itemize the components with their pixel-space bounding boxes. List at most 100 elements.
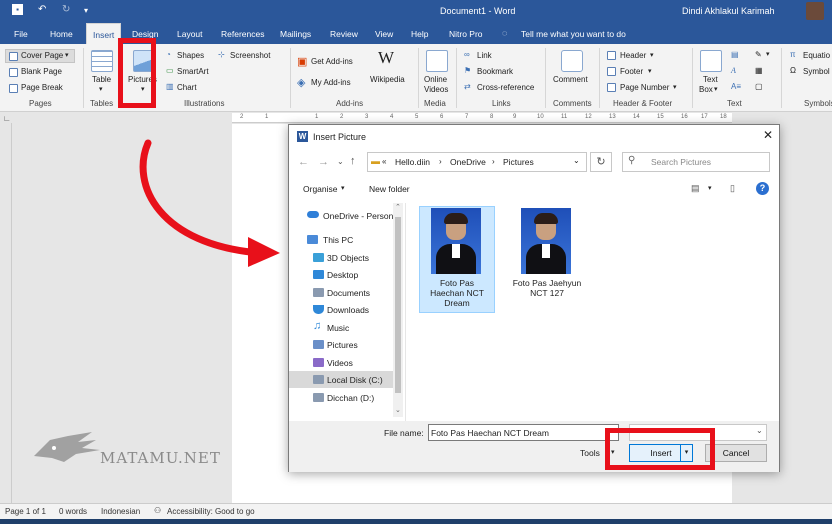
cross-reference-button[interactable]: Cross-reference bbox=[477, 83, 534, 92]
link-button[interactable]: Link bbox=[477, 51, 492, 60]
back-arrow-icon[interactable]: ← bbox=[298, 156, 309, 168]
date-time-icon[interactable]: ▦ bbox=[755, 66, 763, 75]
tab-layout[interactable]: Layout bbox=[177, 29, 203, 39]
user-name[interactable]: Dindi Akhlakul Karimah bbox=[682, 6, 775, 16]
object-icon[interactable]: ▢ bbox=[755, 82, 763, 91]
ruler-tick: 4 bbox=[390, 114, 394, 120]
get-addins-button[interactable]: Get Add-ins bbox=[311, 57, 353, 66]
breadcrumb-chevron-icon: « bbox=[382, 157, 387, 166]
nav-3d-objects[interactable]: 3D Objects bbox=[289, 249, 393, 266]
redo-icon[interactable]: ↻ bbox=[62, 4, 70, 15]
text-box-line2[interactable]: Box bbox=[699, 85, 713, 94]
scroll-down-icon[interactable]: ⌄ bbox=[395, 406, 401, 414]
horizontal-ruler[interactable]: 2 1 1 2 3 4 5 6 7 8 9 10 11 12 13 14 15 … bbox=[232, 113, 732, 123]
page-number-button[interactable]: Page Number bbox=[620, 83, 669, 92]
new-folder-button[interactable]: New folder bbox=[369, 184, 410, 194]
blank-page-button[interactable]: Blank Page bbox=[21, 67, 62, 76]
chevron-down-icon[interactable]: ▾ bbox=[708, 184, 712, 192]
symbol-button[interactable]: Symbol bbox=[803, 67, 830, 76]
page-break-button[interactable]: Page Break bbox=[21, 83, 63, 92]
vertical-ruler[interactable] bbox=[0, 123, 12, 503]
organise-button[interactable]: Organise bbox=[303, 184, 338, 194]
signature-line-icon[interactable]: ✎ bbox=[755, 50, 762, 59]
group-label-pages: Pages bbox=[29, 99, 52, 108]
breadcrumb-item[interactable]: OneDrive bbox=[450, 157, 486, 167]
insert-picture-dialog[interactable]: W Insert Picture ✕ ← → ⌄ ↑ ▬ « Hello.dii… bbox=[288, 124, 780, 472]
nav-videos[interactable]: Videos bbox=[289, 354, 393, 371]
nav-desktop[interactable]: Desktop bbox=[289, 266, 393, 283]
my-addins-button[interactable]: My Add-ins bbox=[311, 78, 351, 87]
tell-me-search[interactable]: Tell me what you want to do bbox=[521, 29, 626, 39]
language[interactable]: Indonesian bbox=[101, 507, 140, 516]
group-label-media: Media bbox=[424, 99, 446, 108]
screenshot-button[interactable]: Screenshot bbox=[230, 51, 270, 60]
wordart-icon[interactable]: A bbox=[731, 66, 736, 75]
page-count[interactable]: Page 1 of 1 bbox=[5, 507, 46, 516]
chevron-down-icon: ▾ bbox=[648, 68, 652, 75]
up-arrow-icon[interactable]: ↑ bbox=[350, 155, 356, 167]
tab-home[interactable]: Home bbox=[50, 29, 73, 39]
accessibility-status[interactable]: Accessibility: Good to go bbox=[167, 507, 255, 516]
online-videos-line1[interactable]: Online bbox=[424, 75, 447, 84]
tab-selector-icon[interactable]: ∟ bbox=[3, 114, 11, 123]
file-caption[interactable]: Foto Pas Haechan NCT Dream bbox=[419, 278, 495, 308]
nav-pictures[interactable]: Pictures bbox=[289, 336, 393, 353]
nav-onedrive[interactable]: OneDrive - Person bbox=[289, 207, 393, 224]
smartart-button[interactable]: SmartArt bbox=[177, 67, 209, 76]
footer-button[interactable]: Footer bbox=[620, 67, 643, 76]
recent-locations-icon[interactable]: ⌄ bbox=[337, 157, 344, 166]
word-count[interactable]: 0 words bbox=[59, 507, 87, 516]
bookmark-icon: ⚑ bbox=[464, 66, 472, 75]
nav-this-pc[interactable]: This PC bbox=[289, 231, 393, 248]
tab-view[interactable]: View bbox=[375, 29, 393, 39]
quick-access-dropdown-icon[interactable]: ▾ bbox=[84, 6, 88, 15]
scroll-up-icon[interactable]: ⌃ bbox=[395, 203, 401, 211]
tab-mailings[interactable]: Mailings bbox=[280, 29, 311, 39]
view-options-icon[interactable]: ▤ bbox=[691, 183, 700, 194]
bookmark-button[interactable]: Bookmark bbox=[477, 67, 513, 76]
shapes-button[interactable]: Shapes bbox=[177, 51, 204, 60]
chart-button[interactable]: Chart bbox=[177, 83, 197, 92]
tab-help[interactable]: Help bbox=[411, 29, 428, 39]
header-button[interactable]: Header bbox=[620, 51, 646, 60]
avatar[interactable] bbox=[806, 2, 824, 20]
table-button[interactable]: Table bbox=[92, 75, 111, 84]
file-caption[interactable]: Foto Pas Jaehyun NCT 127 bbox=[507, 278, 587, 298]
ruler-tick: 16 bbox=[681, 114, 688, 120]
quick-parts-icon[interactable]: ▤ bbox=[731, 50, 739, 59]
breadcrumb-item[interactable]: Hello.diin bbox=[395, 157, 430, 167]
breadcrumb-item[interactable]: Pictures bbox=[503, 157, 534, 167]
tab-insert[interactable]: Insert bbox=[86, 23, 122, 44]
tab-review[interactable]: Review bbox=[330, 29, 358, 39]
save-icon[interactable]: ▪ bbox=[12, 4, 23, 15]
file-thumbnail[interactable] bbox=[521, 208, 571, 274]
nav-downloads[interactable]: Downloads bbox=[289, 301, 393, 318]
group-separator bbox=[418, 48, 419, 108]
undo-icon[interactable]: ↶ bbox=[38, 4, 46, 15]
online-videos-line2[interactable]: Videos bbox=[424, 85, 448, 94]
help-icon[interactable]: ? bbox=[756, 182, 769, 195]
close-icon[interactable]: ✕ bbox=[763, 128, 773, 142]
nav-music[interactable]: ♫ Music bbox=[289, 319, 393, 336]
wikipedia-button[interactable]: Wikipedia bbox=[370, 75, 405, 84]
tools-button[interactable]: Tools bbox=[580, 448, 600, 458]
tab-file[interactable]: File bbox=[14, 29, 28, 39]
dialog-title: Insert Picture bbox=[313, 132, 367, 142]
preview-pane-icon[interactable]: ▯ bbox=[730, 183, 735, 194]
tab-references[interactable]: References bbox=[221, 29, 264, 39]
drop-cap-icon[interactable]: A≡ bbox=[731, 82, 741, 91]
forward-arrow-icon[interactable]: → bbox=[318, 156, 329, 168]
nav-dicchan-d[interactable]: Dicchan (D:) bbox=[289, 389, 393, 406]
nav-local-disk-c[interactable]: Local Disk (C:) bbox=[289, 371, 393, 388]
chevron-down-icon[interactable]: ⌄ bbox=[573, 156, 580, 165]
refresh-icon[interactable]: ↻ bbox=[590, 152, 612, 172]
comment-button[interactable]: Comment bbox=[553, 75, 588, 84]
tab-nitro-pro[interactable]: Nitro Pro bbox=[449, 29, 483, 39]
group-label-text: Text bbox=[727, 99, 742, 108]
file-thumbnail[interactable] bbox=[431, 208, 481, 274]
nav-scrollbar-thumb[interactable] bbox=[395, 217, 401, 393]
text-box-line1[interactable]: Text bbox=[703, 75, 718, 84]
equation-button[interactable]: Equatio bbox=[803, 51, 830, 60]
nav-documents[interactable]: Documents bbox=[289, 284, 393, 301]
navigation-pane[interactable]: OneDrive - Person This PC 3D Objects Des… bbox=[289, 203, 405, 421]
